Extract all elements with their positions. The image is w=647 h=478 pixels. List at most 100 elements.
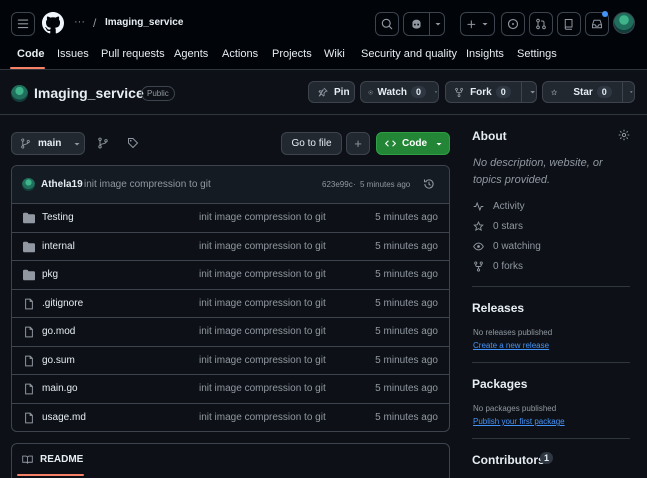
commit-message[interactable]: init image compression to git xyxy=(84,179,211,190)
fork-button[interactable]: Fork 0 xyxy=(445,81,537,103)
file-name-link[interactable]: usage.md xyxy=(42,412,86,423)
history-icon[interactable] xyxy=(423,178,435,190)
repositories-button[interactable] xyxy=(557,12,581,36)
file-row[interactable]: main.go init image compression to git 5 mi… xyxy=(12,375,449,404)
file-row[interactable]: go.sum init image compression to git 5 min… xyxy=(12,347,449,375)
repo-breadcrumb[interactable]: Imaging_service xyxy=(105,17,183,28)
issues-button[interactable] xyxy=(501,12,525,36)
notification-dot xyxy=(602,11,608,17)
file-name-link[interactable]: go.mod xyxy=(42,326,75,337)
file-commit-message[interactable]: init image compression to git xyxy=(199,412,326,423)
file-commit-date: 5 minutes ago xyxy=(375,411,438,423)
code-icon xyxy=(385,140,396,147)
file-commit-message[interactable]: init image compression to git xyxy=(199,241,326,252)
branches-link[interactable] xyxy=(97,137,109,149)
tab-insights[interactable]: Insights xyxy=(466,48,504,60)
go-to-file-button[interactable]: Go to file xyxy=(281,132,342,155)
chevron-down-icon xyxy=(435,23,441,26)
file-commit-message[interactable]: init image compression to git xyxy=(199,298,326,309)
file-row[interactable]: internal init image compression to git 5 m… xyxy=(12,233,449,261)
breadcrumb-separator: / xyxy=(93,16,97,30)
commit-time: 5 minutes ago xyxy=(360,180,411,189)
repo-forked-icon xyxy=(455,87,463,97)
contributors-heading[interactable]: Contributors xyxy=(472,453,545,467)
watching-label: 0 watching xyxy=(493,241,541,252)
tab-settings[interactable]: Settings xyxy=(517,48,557,60)
packages-heading[interactable]: Packages xyxy=(472,377,527,391)
file-row[interactable]: go.mod init image compression to git 5 min… xyxy=(12,318,449,347)
tags-link[interactable] xyxy=(127,137,139,149)
file-name-link[interactable]: Testing xyxy=(42,212,74,223)
search-button[interactable] xyxy=(375,12,399,36)
pin-button[interactable]: Pin xyxy=(308,81,355,103)
file-commit-message[interactable]: init image compression to git xyxy=(199,355,326,366)
file-name-link[interactable]: .gitignore xyxy=(42,298,83,309)
file-commit-message[interactable]: init image compression to git xyxy=(199,383,326,394)
commit-author-avatar[interactable] xyxy=(22,178,35,191)
file-icon xyxy=(23,412,35,424)
releases-empty: No releases published xyxy=(473,328,553,337)
tab-code[interactable]: Code xyxy=(17,48,45,60)
file-name-link[interactable]: pkg xyxy=(42,269,58,280)
watch-button[interactable]: Watch 0 xyxy=(360,81,439,103)
file-commit-date: 5 minutes ago xyxy=(375,383,438,394)
file-commit-date: 5 minutes ago xyxy=(375,297,438,309)
file-commit-message[interactable]: init image compression to git xyxy=(199,212,326,223)
eye-icon xyxy=(368,90,374,94)
repo-title[interactable]: Imaging_service xyxy=(34,85,144,101)
file-commit-date: 5 minutes ago xyxy=(375,326,438,337)
tab-projects[interactable]: Projects xyxy=(272,48,312,60)
readme-tab[interactable]: README xyxy=(22,454,83,465)
file-name-link[interactable]: internal xyxy=(42,241,75,252)
star-button[interactable]: Star 0 xyxy=(542,81,635,103)
pulse-icon xyxy=(473,201,484,212)
stars-label: 0 stars xyxy=(493,221,524,232)
tab-agents[interactable]: Agents xyxy=(174,48,208,60)
file-commit-message[interactable]: init image compression to git xyxy=(199,326,326,337)
branch-selector[interactable]: main xyxy=(11,132,85,155)
menu-button[interactable] xyxy=(11,12,35,36)
file-name-link[interactable]: go.sum xyxy=(42,355,75,366)
create-new-button[interactable] xyxy=(460,12,495,36)
chevron-down-icon xyxy=(530,91,535,94)
hamburger-icon xyxy=(17,19,29,29)
tab-issues[interactable]: Issues xyxy=(57,48,89,60)
pull-requests-button[interactable] xyxy=(529,12,553,36)
git-branch-icon xyxy=(98,137,108,149)
about-heading: About xyxy=(472,129,507,143)
commit-hash[interactable]: 623e99c xyxy=(322,180,353,189)
file-row[interactable]: Testing init image compression to git 5 mi… xyxy=(12,204,449,233)
repo-icon xyxy=(564,19,573,30)
create-release-link[interactable]: Create a new release xyxy=(473,341,549,350)
tab-security[interactable]: Security and quality xyxy=(361,48,457,60)
publish-package-link[interactable]: Publish your first package xyxy=(473,417,565,426)
github-logo-icon[interactable] xyxy=(42,12,64,34)
file-row[interactable]: usage.md init image compression to git 5 m… xyxy=(12,404,449,432)
branch-name: main xyxy=(38,138,62,149)
commit-author[interactable]: Athela19 xyxy=(41,179,83,190)
sidebar-divider xyxy=(472,438,630,439)
tab-actions[interactable]: Actions xyxy=(222,48,258,60)
forks-link[interactable]: 0 forks xyxy=(473,261,523,272)
about-description: No description, website, or topics provi… xyxy=(473,157,603,186)
avatar[interactable] xyxy=(613,12,635,34)
tab-wiki[interactable]: Wiki xyxy=(324,48,345,60)
add-file-button[interactable]: + xyxy=(346,132,370,155)
file-commit-message[interactable]: init image compression to git xyxy=(199,269,326,280)
copilot-button[interactable] xyxy=(403,12,445,36)
file-name-link[interactable]: main.go xyxy=(42,383,78,394)
watchers-link[interactable]: 0 watching xyxy=(473,241,541,252)
owner-ellipsis[interactable]: ··· xyxy=(74,16,85,28)
file-commit-date: 5 minutes ago xyxy=(375,269,438,280)
tab-pull-requests[interactable]: Pull requests xyxy=(101,48,165,60)
gear-icon[interactable] xyxy=(618,129,630,141)
file-row[interactable]: pkg init image compression to git 5 minute… xyxy=(12,261,449,290)
inbox-icon xyxy=(592,19,602,29)
star-label: Star xyxy=(573,86,593,98)
stars-link[interactable]: 0 stars xyxy=(473,221,523,232)
packages-empty: No packages published xyxy=(473,404,557,413)
activity-link[interactable]: Activity xyxy=(473,201,525,212)
code-button[interactable]: Code xyxy=(376,132,450,155)
releases-heading[interactable]: Releases xyxy=(472,301,524,315)
file-row[interactable]: .gitignore init image compression to git 5… xyxy=(12,290,449,318)
